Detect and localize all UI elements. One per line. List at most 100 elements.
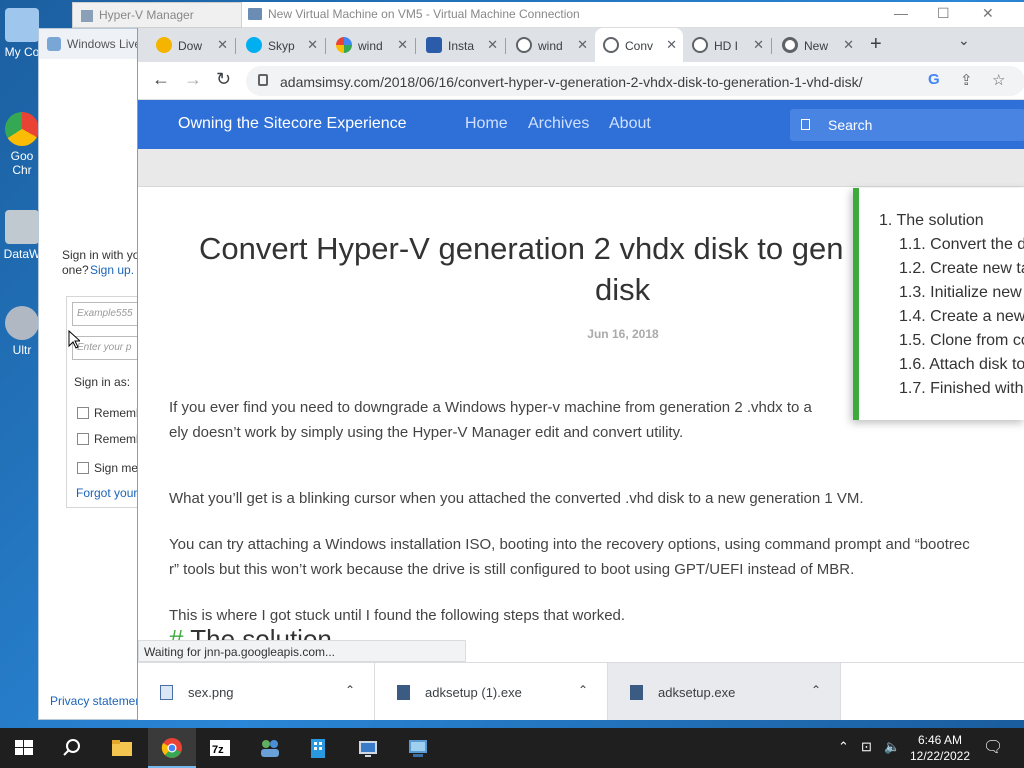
tab-label: Insta [448,39,475,53]
close-tab-icon[interactable]: ✕ [577,37,588,53]
forgot-password-link[interactable]: Forgot your [76,486,137,500]
paragraph-line: You can try attaching a Windows installa… [169,536,970,553]
network-icon[interactable]: ⊡ [861,739,872,755]
download-item[interactable]: adksetup (1).exe ⌃ [375,663,608,720]
toc-item[interactable]: 1.7. Finished with [899,380,1024,398]
maximize-icon[interactable]: ☐ [937,5,950,22]
chevron-up-icon[interactable]: ⌃ [345,683,355,697]
users-button[interactable] [246,728,294,768]
database-icon [5,210,39,244]
disc-icon [5,306,39,340]
desktop-icon-label: DataW [3,247,41,261]
search-button[interactable] [48,728,96,768]
vm-connection-button[interactable] [394,728,442,768]
skype-icon [246,37,262,53]
tab-hd[interactable]: HD I ✕ [684,28,770,62]
toc-item[interactable]: 1.5. Clone from co [899,332,1024,350]
sign-in-form [66,296,138,508]
back-button[interactable]: ← [152,69,170,90]
tab-strip: Dow ✕ Skyp ✕ wind ✕ Insta ✕ wind ✕ Conv … [138,28,1024,62]
address-bar[interactable]: adamsimsy.com/2018/06/16/convert-hyper-v… [246,66,1024,96]
tab-label: New [804,39,829,53]
chrome-taskbar-button[interactable] [148,728,196,768]
close-tab-icon[interactable]: ✕ [397,37,408,53]
vm-connection-titlebar[interactable]: New Virtual Machine on VM5 - Virtual Mac… [242,2,1024,28]
windows-logo-icon [15,740,33,755]
start-button[interactable] [0,728,48,768]
remember-checkbox-2[interactable] [77,433,89,445]
minimize-icon[interactable]: — [894,5,908,21]
tab-google-windows[interactable]: wind ✕ [328,28,414,62]
download-item[interactable]: sex.png ⌃ [138,663,375,720]
url-text[interactable]: adamsimsy.com/2018/06/16/convert-hyper-v… [280,74,863,90]
windows-live-icon [47,37,61,51]
server-manager-button[interactable] [294,728,342,768]
toc-item[interactable]: 1.4. Create a new [899,308,1024,326]
tab-windows[interactable]: wind ✕ [508,28,594,62]
header-subbar [138,149,1024,187]
chevron-down-icon[interactable]: ⌄ [958,32,970,49]
taskbar: 7z ⌃ ⊡ 🔈 6:46 AM 12/22/2022 🗨 [0,728,1024,768]
reload-button[interactable]: ↻ [216,69,231,90]
clock-date: 12/22/2022 [909,749,971,763]
password-field[interactable]: Enter your p [72,336,138,360]
tab-new[interactable]: New ✕ [774,28,860,62]
desktop-icon-label: My Co [4,45,40,59]
clock-time: 6:46 AM [917,733,963,747]
bookmark-star-icon[interactable]: ☆ [992,71,1005,89]
chevron-up-icon[interactable]: ⌃ [578,683,588,697]
folder-icon [112,740,132,756]
tab-label: Conv [625,39,654,53]
tab-downloads[interactable]: Dow ✕ [148,28,234,62]
vm-monitor-icon [409,740,427,757]
sign-up-link[interactable]: Sign up. [90,263,134,277]
desktop-icon-label: Goo Chr [10,149,34,177]
sign-me-checkbox[interactable] [77,462,89,474]
close-tab-icon[interactable]: ✕ [307,37,318,53]
email-field[interactable]: Example555 [72,302,138,326]
chevron-up-icon[interactable]: ⌃ [811,683,821,697]
nav-home[interactable]: Home [465,115,508,133]
system-clock[interactable]: 6:46 AM 12/22/2022 [905,732,975,764]
site-brand-link[interactable]: Owning the Sitecore Experience [178,115,407,133]
nav-about[interactable]: About [609,115,651,133]
site-search-box[interactable]: Search [790,109,1024,141]
tab-favicon-icon [156,37,172,53]
download-shelf: sex.png ⌃ adksetup (1).exe ⌃ adksetup.ex… [138,662,1024,720]
close-tab-icon[interactable]: ✕ [217,37,228,53]
toc-item[interactable]: 1.1. Convert the d [899,236,1024,254]
toc-item[interactable]: 1. The solution [879,212,984,230]
close-tab-icon[interactable]: ✕ [487,37,498,53]
hyperv-manager-button[interactable] [344,728,392,768]
hyperv-manager-titlebar[interactable]: Hyper-V Manager [72,2,242,28]
forward-button[interactable]: → [184,69,202,90]
tab-convert-active[interactable]: Conv ✕ [595,28,683,62]
share-icon[interactable]: ⇪ [960,71,973,89]
download-item[interactable]: adksetup.exe ⌃ [608,663,841,720]
tab-skype[interactable]: Skyp ✕ [238,28,324,62]
file-explorer-button[interactable] [98,728,146,768]
tab-install[interactable]: Insta ✕ [418,28,504,62]
google-lens-icon[interactable]: G [928,71,940,88]
table-of-contents: 1. The solution 1.1. Convert the d 1.2. … [853,188,1024,420]
close-icon[interactable]: ✕ [982,5,994,22]
remember-checkbox-1[interactable] [77,407,89,419]
toc-item[interactable]: 1.2. Create new ta [899,260,1024,278]
nav-archives[interactable]: Archives [528,115,589,133]
toc-item[interactable]: 1.6. Attach disk to [899,356,1024,374]
exe-file-icon [630,685,643,700]
notification-icon[interactable]: 🗨 [983,737,1003,757]
tab-label: Dow [178,39,203,53]
chevron-up-icon[interactable]: ⌃ [838,739,849,755]
volume-icon[interactable]: 🔈 [884,739,900,755]
windows-live-titlebar[interactable]: Windows Live [39,29,147,59]
7zip-button[interactable]: 7z [196,728,244,768]
users-icon [261,740,279,757]
close-tab-icon[interactable]: ✕ [843,37,854,53]
privacy-statement-link[interactable]: Privacy statemen [50,694,142,708]
image-file-icon [160,685,173,700]
toc-item[interactable]: 1.3. Initialize new [899,284,1022,302]
new-tab-button[interactable]: + [870,33,882,56]
close-tab-icon[interactable]: ✕ [753,37,764,53]
close-tab-icon[interactable]: ✕ [666,37,677,53]
